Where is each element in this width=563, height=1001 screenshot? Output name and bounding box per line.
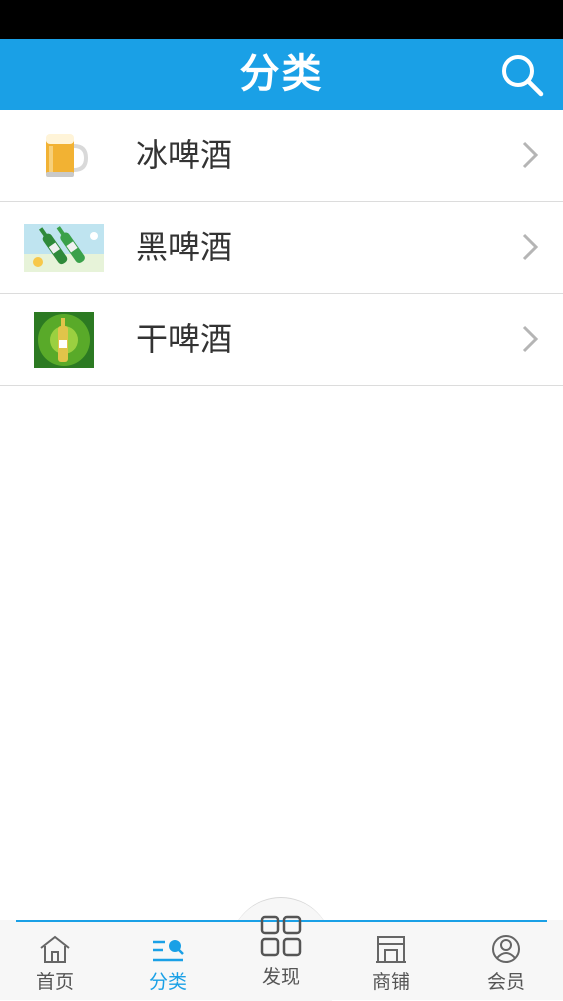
tab-shop-label: 商铺	[371, 971, 410, 993]
page-title: 分类	[239, 51, 324, 97]
search-button[interactable]	[499, 52, 545, 98]
category-list: 冰啤酒 黑啤酒 干啤酒	[0, 110, 563, 386]
chevron-right-icon	[522, 233, 539, 261]
search-icon	[502, 55, 544, 97]
category-label: 冰啤酒	[136, 136, 233, 174]
tab-home-label: 首页	[35, 971, 74, 993]
beer-bottles-image	[24, 224, 104, 272]
tab-category-label: 分类	[148, 971, 187, 993]
grid-icon	[260, 915, 302, 957]
beer-mug-icon	[46, 134, 89, 177]
member-icon	[492, 935, 520, 963]
chevron-right-icon	[522, 141, 539, 169]
chevron-right-icon	[522, 325, 539, 353]
tab-category[interactable]: 分类	[123, 928, 213, 1000]
category-label: 干啤酒	[136, 320, 233, 358]
category-item-dry-beer[interactable]: 干啤酒	[0, 294, 563, 386]
tab-home[interactable]: 首页	[10, 928, 100, 1000]
status-bar	[0, 0, 563, 39]
category-item-dark-beer[interactable]: 黑啤酒	[0, 202, 563, 294]
tab-discover[interactable]: 发现	[236, 904, 326, 1000]
tab-member-label: 会员	[486, 971, 525, 993]
shop-icon	[376, 936, 406, 963]
app-bar: 分类	[0, 39, 563, 110]
beer-bottle-poster-image	[34, 312, 94, 368]
tab-member[interactable]: 会员	[461, 928, 551, 1000]
home-icon	[40, 935, 70, 963]
category-label: 黑啤酒	[136, 228, 233, 266]
tab-shop[interactable]: 商铺	[346, 928, 436, 1000]
category-item-ice-beer[interactable]: 冰啤酒	[0, 110, 563, 202]
category-icon	[153, 940, 184, 962]
tab-discover-label: 发现	[261, 966, 300, 988]
